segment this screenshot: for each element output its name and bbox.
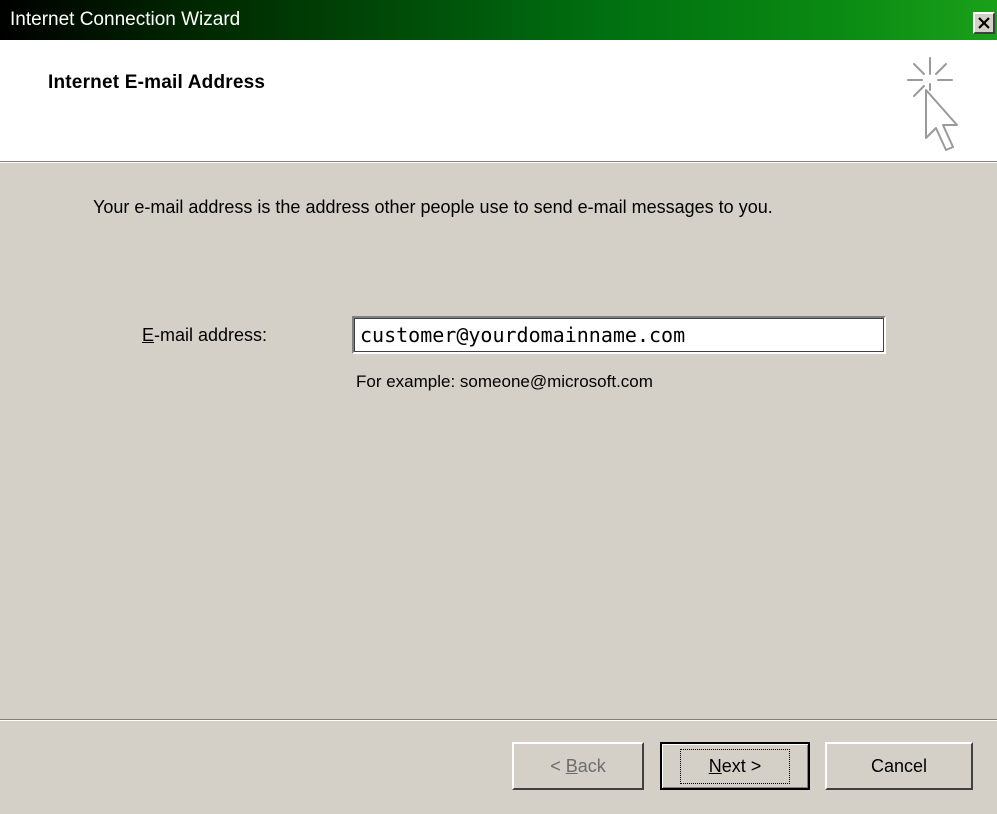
back-mnemonic: B: [565, 755, 578, 776]
title-bar[interactable]: Internet Connection Wizard: [0, 0, 997, 40]
intro-text: Your e-mail address is the address other…: [93, 197, 773, 217]
email-label-text: -mail address:: [154, 325, 268, 345]
next-label: Next >: [679, 748, 791, 784]
close-button[interactable]: [973, 12, 995, 34]
back-label: < Back: [550, 756, 606, 777]
back-button[interactable]: < Back: [512, 742, 644, 790]
email-label-mnemonic: E: [142, 325, 155, 345]
email-label: E-mail address:: [142, 325, 267, 346]
cancel-label: Cancel: [870, 755, 928, 776]
next-rest: ext >: [721, 755, 762, 776]
back-rest: ack: [577, 755, 606, 776]
cancel-button[interactable]: Cancel: [825, 742, 973, 790]
window-title: Internet Connection Wizard: [10, 9, 241, 30]
header-divider: [0, 161, 997, 163]
header-panel: Internet E-mail Address: [0, 40, 997, 161]
next-button[interactable]: Next >: [660, 742, 810, 790]
next-mnemonic: N: [708, 755, 722, 776]
close-icon: [978, 17, 990, 29]
wizard-sparkle-cursor-icon: [907, 57, 958, 151]
back-prefix: <: [550, 755, 566, 776]
wizard-window: Internet Connection Wizard Internet E-ma…: [0, 0, 997, 814]
example-text: For example: someone@microsoft.com: [356, 372, 653, 391]
footer-divider: [0, 719, 997, 721]
email-address-input[interactable]: [352, 316, 886, 354]
page-title: Internet E-mail Address: [48, 72, 266, 93]
